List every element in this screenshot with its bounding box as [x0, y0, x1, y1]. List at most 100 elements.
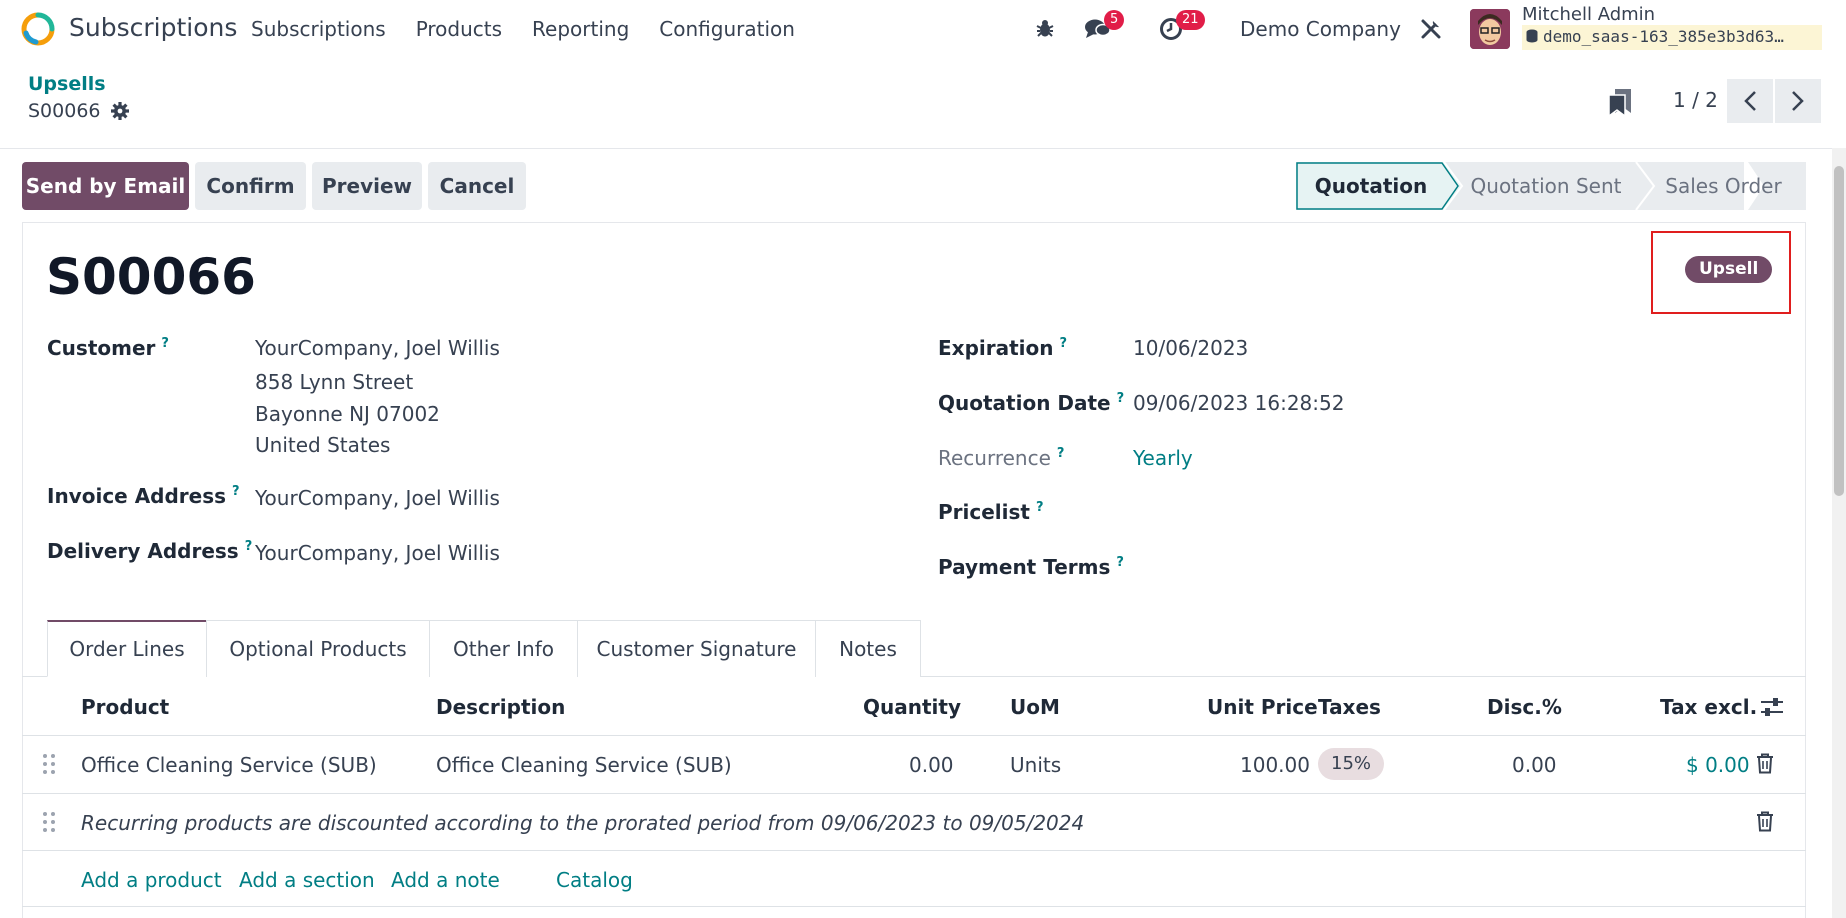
stage-sales-order[interactable]: Sales Order	[1641, 162, 1806, 210]
pager-value[interactable]: 1 / 2	[1673, 88, 1718, 112]
invoice-address-label: Invoice Address?	[47, 484, 240, 508]
menu-configuration[interactable]: Configuration	[659, 17, 795, 41]
customer-label: Customer?	[47, 336, 169, 360]
recurrence-help-icon[interactable]: ?	[1057, 446, 1065, 461]
delivery-address-label-text: Delivery Address	[47, 539, 239, 563]
expiration-field[interactable]: 10/06/2023	[1133, 336, 1248, 360]
database-name: demo_saas-163_385e3b3d63…	[1522, 25, 1822, 50]
pricelist-help-icon[interactable]: ?	[1036, 500, 1044, 515]
main-menu: Subscriptions Products Reporting Configu…	[251, 17, 825, 41]
company-switcher[interactable]: Demo Company	[1240, 17, 1401, 41]
customer-name[interactable]: YourCompany, Joel Willis	[255, 336, 500, 360]
pager-next-button[interactable]	[1775, 79, 1821, 123]
menu-products[interactable]: Products	[416, 17, 502, 41]
bug-icon[interactable]	[1034, 17, 1056, 39]
send-by-email-button[interactable]: Send by Email	[22, 162, 189, 210]
database-label: demo_saas-163_385e3b3d63…	[1543, 27, 1784, 46]
drag-handle-icon[interactable]	[42, 811, 56, 833]
breadcrumb-current-record: S00066	[28, 100, 101, 122]
trash-icon[interactable]	[1756, 811, 1774, 832]
invoice-help-icon[interactable]: ?	[232, 484, 240, 499]
delivery-help-icon[interactable]: ?	[245, 539, 253, 554]
pricelist-field[interactable]	[1133, 500, 1633, 526]
row-description[interactable]: Office Cleaning Service (SUB)	[436, 753, 732, 777]
pager-previous-button[interactable]	[1727, 79, 1773, 123]
app-title[interactable]: Subscriptions	[69, 13, 237, 42]
app-logo-icon[interactable]	[20, 11, 56, 47]
stage-quotation-sent[interactable]: Quotation Sent	[1446, 162, 1646, 210]
column-taxes[interactable]: Taxes	[1318, 695, 1381, 719]
row-discount[interactable]: 0.00	[1512, 753, 1557, 777]
add-product-link[interactable]: Add a product	[81, 868, 222, 892]
column-description[interactable]: Description	[436, 695, 565, 719]
invoice-address-field[interactable]: YourCompany, Joel Willis	[255, 486, 500, 510]
row-uom[interactable]: Units	[1010, 753, 1061, 777]
payment-terms-label: Payment Terms?	[938, 555, 1124, 579]
add-note-link[interactable]: Add a note	[391, 868, 500, 892]
confirm-button[interactable]: Confirm	[195, 162, 306, 210]
user-name[interactable]: Mitchell Admin	[1522, 4, 1655, 25]
expiration-help-icon[interactable]: ?	[1060, 336, 1068, 351]
user-avatar[interactable]	[1470, 9, 1510, 49]
tab-order-lines[interactable]: Order Lines	[47, 620, 207, 677]
control-panel-divider	[0, 148, 1846, 149]
messages-count-badge: 5	[1104, 10, 1125, 30]
preview-button[interactable]: Preview	[312, 162, 422, 210]
column-tax-excl[interactable]: Tax excl.	[1660, 695, 1757, 719]
payment-terms-label-text: Payment Terms	[938, 555, 1111, 579]
payment-terms-help-icon[interactable]: ?	[1116, 555, 1124, 570]
user-face-icon	[1470, 9, 1510, 49]
column-quantity[interactable]: Quantity	[863, 695, 961, 719]
catalog-link[interactable]: Catalog	[556, 868, 633, 892]
chevron-right-icon	[1792, 91, 1804, 111]
pricelist-label: Pricelist?	[938, 500, 1044, 524]
tab-other-info[interactable]: Other Info	[429, 620, 578, 677]
invoice-address-label-text: Invoice Address	[47, 484, 227, 508]
column-uom[interactable]: UoM	[1010, 695, 1060, 719]
tools-icon[interactable]	[1419, 17, 1443, 41]
column-product[interactable]: Product	[81, 695, 169, 719]
pricelist-label-text: Pricelist	[938, 500, 1030, 524]
tab-customer-signature[interactable]: Customer Signature	[577, 620, 816, 677]
chevron-left-icon	[1744, 91, 1756, 111]
customer-country: United States	[255, 433, 391, 457]
customer-help-icon[interactable]: ?	[161, 336, 169, 351]
gear-icon[interactable]	[110, 101, 130, 121]
expiration-label-text: Expiration	[938, 336, 1054, 360]
activities-count-badge: 21	[1176, 10, 1205, 30]
row-divider	[22, 850, 1806, 851]
column-discount[interactable]: Disc.%	[1487, 695, 1562, 719]
bookmark-icon[interactable]	[1607, 87, 1633, 117]
row-divider	[22, 793, 1806, 794]
payment-terms-field[interactable]	[1133, 555, 1633, 581]
recurrence-field[interactable]: Yearly	[1133, 446, 1193, 470]
row-subtotal: $ 0.00	[1686, 753, 1750, 777]
add-section-link[interactable]: Add a section	[239, 868, 375, 892]
scrollbar-thumb[interactable]	[1834, 166, 1844, 496]
optional-columns-icon[interactable]	[1760, 696, 1784, 718]
drag-handle-icon[interactable]	[42, 753, 56, 775]
quotation-date-field[interactable]: 09/06/2023 16:28:52	[1133, 391, 1344, 415]
row-quantity[interactable]: 0.00	[909, 753, 954, 777]
header-divider	[22, 735, 1806, 736]
recurrence-label: Recurrence?	[938, 446, 1064, 470]
row-tax-tag[interactable]: 15%	[1318, 748, 1385, 780]
trash-icon[interactable]	[1756, 753, 1774, 774]
column-unit-price[interactable]: Unit Price	[1207, 695, 1318, 719]
customer-city: Bayonne NJ 07002	[255, 402, 440, 426]
tab-optional-products[interactable]: Optional Products	[206, 620, 430, 677]
note-line[interactable]: Recurring products are discounted accord…	[81, 811, 1084, 835]
menu-subscriptions[interactable]: Subscriptions	[251, 17, 386, 41]
tab-notes[interactable]: Notes	[815, 620, 921, 677]
breadcrumb-upsells[interactable]: Upsells	[28, 73, 106, 95]
quotation-date-help-icon[interactable]: ?	[1117, 391, 1125, 406]
menu-reporting[interactable]: Reporting	[532, 17, 629, 41]
delivery-address-label: Delivery Address?	[47, 539, 252, 563]
highlight-box	[1651, 231, 1791, 314]
row-unit-price[interactable]: 100.00	[1240, 753, 1310, 777]
stage-quotation[interactable]: Quotation	[1296, 162, 1446, 210]
cancel-button[interactable]: Cancel	[428, 162, 526, 210]
delivery-address-field[interactable]: YourCompany, Joel Willis	[255, 541, 500, 565]
row-product[interactable]: Office Cleaning Service (SUB)	[81, 753, 377, 777]
expiration-label: Expiration?	[938, 336, 1067, 360]
